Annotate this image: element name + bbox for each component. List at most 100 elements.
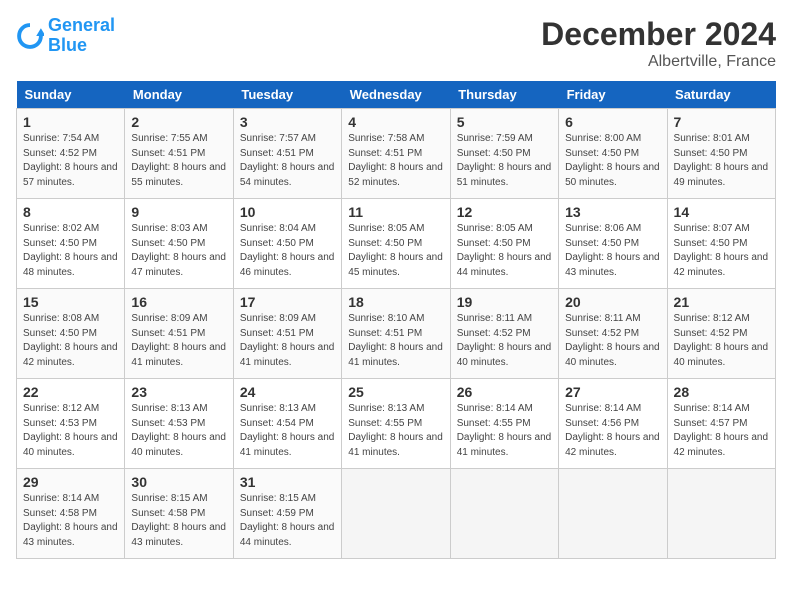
calendar-cell: 10 Sunrise: 8:04 AM Sunset: 4:50 PM Dayl…	[233, 199, 341, 289]
calendar-cell	[450, 469, 558, 559]
day-info: Sunrise: 8:07 AM Sunset: 4:50 PM Dayligh…	[674, 222, 769, 280]
day-number: 31	[240, 474, 335, 490]
day-info: Sunrise: 8:04 AM Sunset: 4:50 PM Dayligh…	[240, 222, 335, 280]
day-number: 4	[348, 114, 443, 130]
calendar-week-row: 15 Sunrise: 8:08 AM Sunset: 4:50 PM Dayl…	[17, 289, 776, 379]
day-info: Sunrise: 8:00 AM Sunset: 4:50 PM Dayligh…	[565, 132, 660, 190]
day-info: Sunrise: 8:12 AM Sunset: 4:52 PM Dayligh…	[674, 312, 769, 370]
day-info: Sunrise: 8:03 AM Sunset: 4:50 PM Dayligh…	[131, 222, 226, 280]
calendar-week-row: 22 Sunrise: 8:12 AM Sunset: 4:53 PM Dayl…	[17, 379, 776, 469]
day-info: Sunrise: 8:13 AM Sunset: 4:53 PM Dayligh…	[131, 402, 226, 460]
day-number: 8	[23, 204, 118, 220]
day-number: 3	[240, 114, 335, 130]
day-info: Sunrise: 8:02 AM Sunset: 4:50 PM Dayligh…	[23, 222, 118, 280]
day-info: Sunrise: 8:05 AM Sunset: 4:50 PM Dayligh…	[348, 222, 443, 280]
calendar-cell: 15 Sunrise: 8:08 AM Sunset: 4:50 PM Dayl…	[17, 289, 125, 379]
day-number: 25	[348, 384, 443, 400]
calendar-cell: 16 Sunrise: 8:09 AM Sunset: 4:51 PM Dayl…	[125, 289, 233, 379]
calendar-cell: 20 Sunrise: 8:11 AM Sunset: 4:52 PM Dayl…	[559, 289, 667, 379]
day-number: 26	[457, 384, 552, 400]
day-info: Sunrise: 7:55 AM Sunset: 4:51 PM Dayligh…	[131, 132, 226, 190]
day-number: 30	[131, 474, 226, 490]
day-number: 24	[240, 384, 335, 400]
day-info: Sunrise: 8:13 AM Sunset: 4:55 PM Dayligh…	[348, 402, 443, 460]
calendar-cell: 2 Sunrise: 7:55 AM Sunset: 4:51 PM Dayli…	[125, 109, 233, 199]
logo-text: General Blue	[48, 16, 115, 56]
day-number: 12	[457, 204, 552, 220]
day-number: 16	[131, 294, 226, 310]
calendar-cell: 23 Sunrise: 8:13 AM Sunset: 4:53 PM Dayl…	[125, 379, 233, 469]
day-info: Sunrise: 8:05 AM Sunset: 4:50 PM Dayligh…	[457, 222, 552, 280]
calendar-cell: 6 Sunrise: 8:00 AM Sunset: 4:50 PM Dayli…	[559, 109, 667, 199]
logo: General Blue	[16, 16, 115, 56]
day-info: Sunrise: 7:59 AM Sunset: 4:50 PM Dayligh…	[457, 132, 552, 190]
calendar-cell	[559, 469, 667, 559]
calendar-table: Sunday Monday Tuesday Wednesday Thursday…	[16, 81, 776, 559]
calendar-cell: 1 Sunrise: 7:54 AM Sunset: 4:52 PM Dayli…	[17, 109, 125, 199]
day-info: Sunrise: 7:54 AM Sunset: 4:52 PM Dayligh…	[23, 132, 118, 190]
day-number: 11	[348, 204, 443, 220]
calendar-cell: 27 Sunrise: 8:14 AM Sunset: 4:56 PM Dayl…	[559, 379, 667, 469]
calendar-cell: 14 Sunrise: 8:07 AM Sunset: 4:50 PM Dayl…	[667, 199, 775, 289]
calendar-cell: 12 Sunrise: 8:05 AM Sunset: 4:50 PM Dayl…	[450, 199, 558, 289]
day-number: 21	[674, 294, 769, 310]
calendar-week-row: 1 Sunrise: 7:54 AM Sunset: 4:52 PM Dayli…	[17, 109, 776, 199]
calendar-cell	[342, 469, 450, 559]
day-number: 10	[240, 204, 335, 220]
day-info: Sunrise: 8:12 AM Sunset: 4:53 PM Dayligh…	[23, 402, 118, 460]
day-number: 7	[674, 114, 769, 130]
calendar-cell: 31 Sunrise: 8:15 AM Sunset: 4:59 PM Dayl…	[233, 469, 341, 559]
calendar-cell: 18 Sunrise: 8:10 AM Sunset: 4:51 PM Dayl…	[342, 289, 450, 379]
calendar-cell: 8 Sunrise: 8:02 AM Sunset: 4:50 PM Dayli…	[17, 199, 125, 289]
day-number: 14	[674, 204, 769, 220]
calendar-cell: 9 Sunrise: 8:03 AM Sunset: 4:50 PM Dayli…	[125, 199, 233, 289]
calendar-cell: 28 Sunrise: 8:14 AM Sunset: 4:57 PM Dayl…	[667, 379, 775, 469]
day-number: 5	[457, 114, 552, 130]
day-info: Sunrise: 8:13 AM Sunset: 4:54 PM Dayligh…	[240, 402, 335, 460]
day-info: Sunrise: 8:14 AM Sunset: 4:57 PM Dayligh…	[674, 402, 769, 460]
day-info: Sunrise: 8:14 AM Sunset: 4:58 PM Dayligh…	[23, 492, 118, 550]
day-info: Sunrise: 8:09 AM Sunset: 4:51 PM Dayligh…	[131, 312, 226, 370]
day-info: Sunrise: 8:14 AM Sunset: 4:56 PM Dayligh…	[565, 402, 660, 460]
day-info: Sunrise: 8:14 AM Sunset: 4:55 PM Dayligh…	[457, 402, 552, 460]
calendar-cell: 29 Sunrise: 8:14 AM Sunset: 4:58 PM Dayl…	[17, 469, 125, 559]
day-info: Sunrise: 7:58 AM Sunset: 4:51 PM Dayligh…	[348, 132, 443, 190]
day-number: 15	[23, 294, 118, 310]
day-info: Sunrise: 8:06 AM Sunset: 4:50 PM Dayligh…	[565, 222, 660, 280]
day-info: Sunrise: 8:01 AM Sunset: 4:50 PM Dayligh…	[674, 132, 769, 190]
day-info: Sunrise: 8:15 AM Sunset: 4:59 PM Dayligh…	[240, 492, 335, 550]
logo-icon	[16, 22, 44, 50]
day-number: 18	[348, 294, 443, 310]
header-sunday: Sunday	[17, 81, 125, 109]
calendar-cell: 4 Sunrise: 7:58 AM Sunset: 4:51 PM Dayli…	[342, 109, 450, 199]
calendar-cell: 5 Sunrise: 7:59 AM Sunset: 4:50 PM Dayli…	[450, 109, 558, 199]
day-number: 22	[23, 384, 118, 400]
calendar-cell: 30 Sunrise: 8:15 AM Sunset: 4:58 PM Dayl…	[125, 469, 233, 559]
day-header-row: Sunday Monday Tuesday Wednesday Thursday…	[17, 81, 776, 109]
location: Albertville, France	[541, 53, 776, 71]
day-number: 19	[457, 294, 552, 310]
day-info: Sunrise: 8:15 AM Sunset: 4:58 PM Dayligh…	[131, 492, 226, 550]
header-tuesday: Tuesday	[233, 81, 341, 109]
day-number: 23	[131, 384, 226, 400]
header-saturday: Saturday	[667, 81, 775, 109]
calendar-cell: 25 Sunrise: 8:13 AM Sunset: 4:55 PM Dayl…	[342, 379, 450, 469]
day-info: Sunrise: 8:09 AM Sunset: 4:51 PM Dayligh…	[240, 312, 335, 370]
calendar-cell: 17 Sunrise: 8:09 AM Sunset: 4:51 PM Dayl…	[233, 289, 341, 379]
day-number: 29	[23, 474, 118, 490]
calendar-week-row: 29 Sunrise: 8:14 AM Sunset: 4:58 PM Dayl…	[17, 469, 776, 559]
day-info: Sunrise: 8:10 AM Sunset: 4:51 PM Dayligh…	[348, 312, 443, 370]
calendar-cell: 22 Sunrise: 8:12 AM Sunset: 4:53 PM Dayl…	[17, 379, 125, 469]
calendar-cell: 21 Sunrise: 8:12 AM Sunset: 4:52 PM Dayl…	[667, 289, 775, 379]
header-monday: Monday	[125, 81, 233, 109]
day-number: 20	[565, 294, 660, 310]
calendar-cell: 13 Sunrise: 8:06 AM Sunset: 4:50 PM Dayl…	[559, 199, 667, 289]
day-info: Sunrise: 8:08 AM Sunset: 4:50 PM Dayligh…	[23, 312, 118, 370]
day-number: 17	[240, 294, 335, 310]
title-block: December 2024 Albertville, France	[541, 16, 776, 71]
day-info: Sunrise: 8:11 AM Sunset: 4:52 PM Dayligh…	[565, 312, 660, 370]
calendar-cell: 3 Sunrise: 7:57 AM Sunset: 4:51 PM Dayli…	[233, 109, 341, 199]
page-header: General Blue December 2024 Albertville, …	[16, 16, 776, 71]
day-info: Sunrise: 8:11 AM Sunset: 4:52 PM Dayligh…	[457, 312, 552, 370]
day-number: 13	[565, 204, 660, 220]
